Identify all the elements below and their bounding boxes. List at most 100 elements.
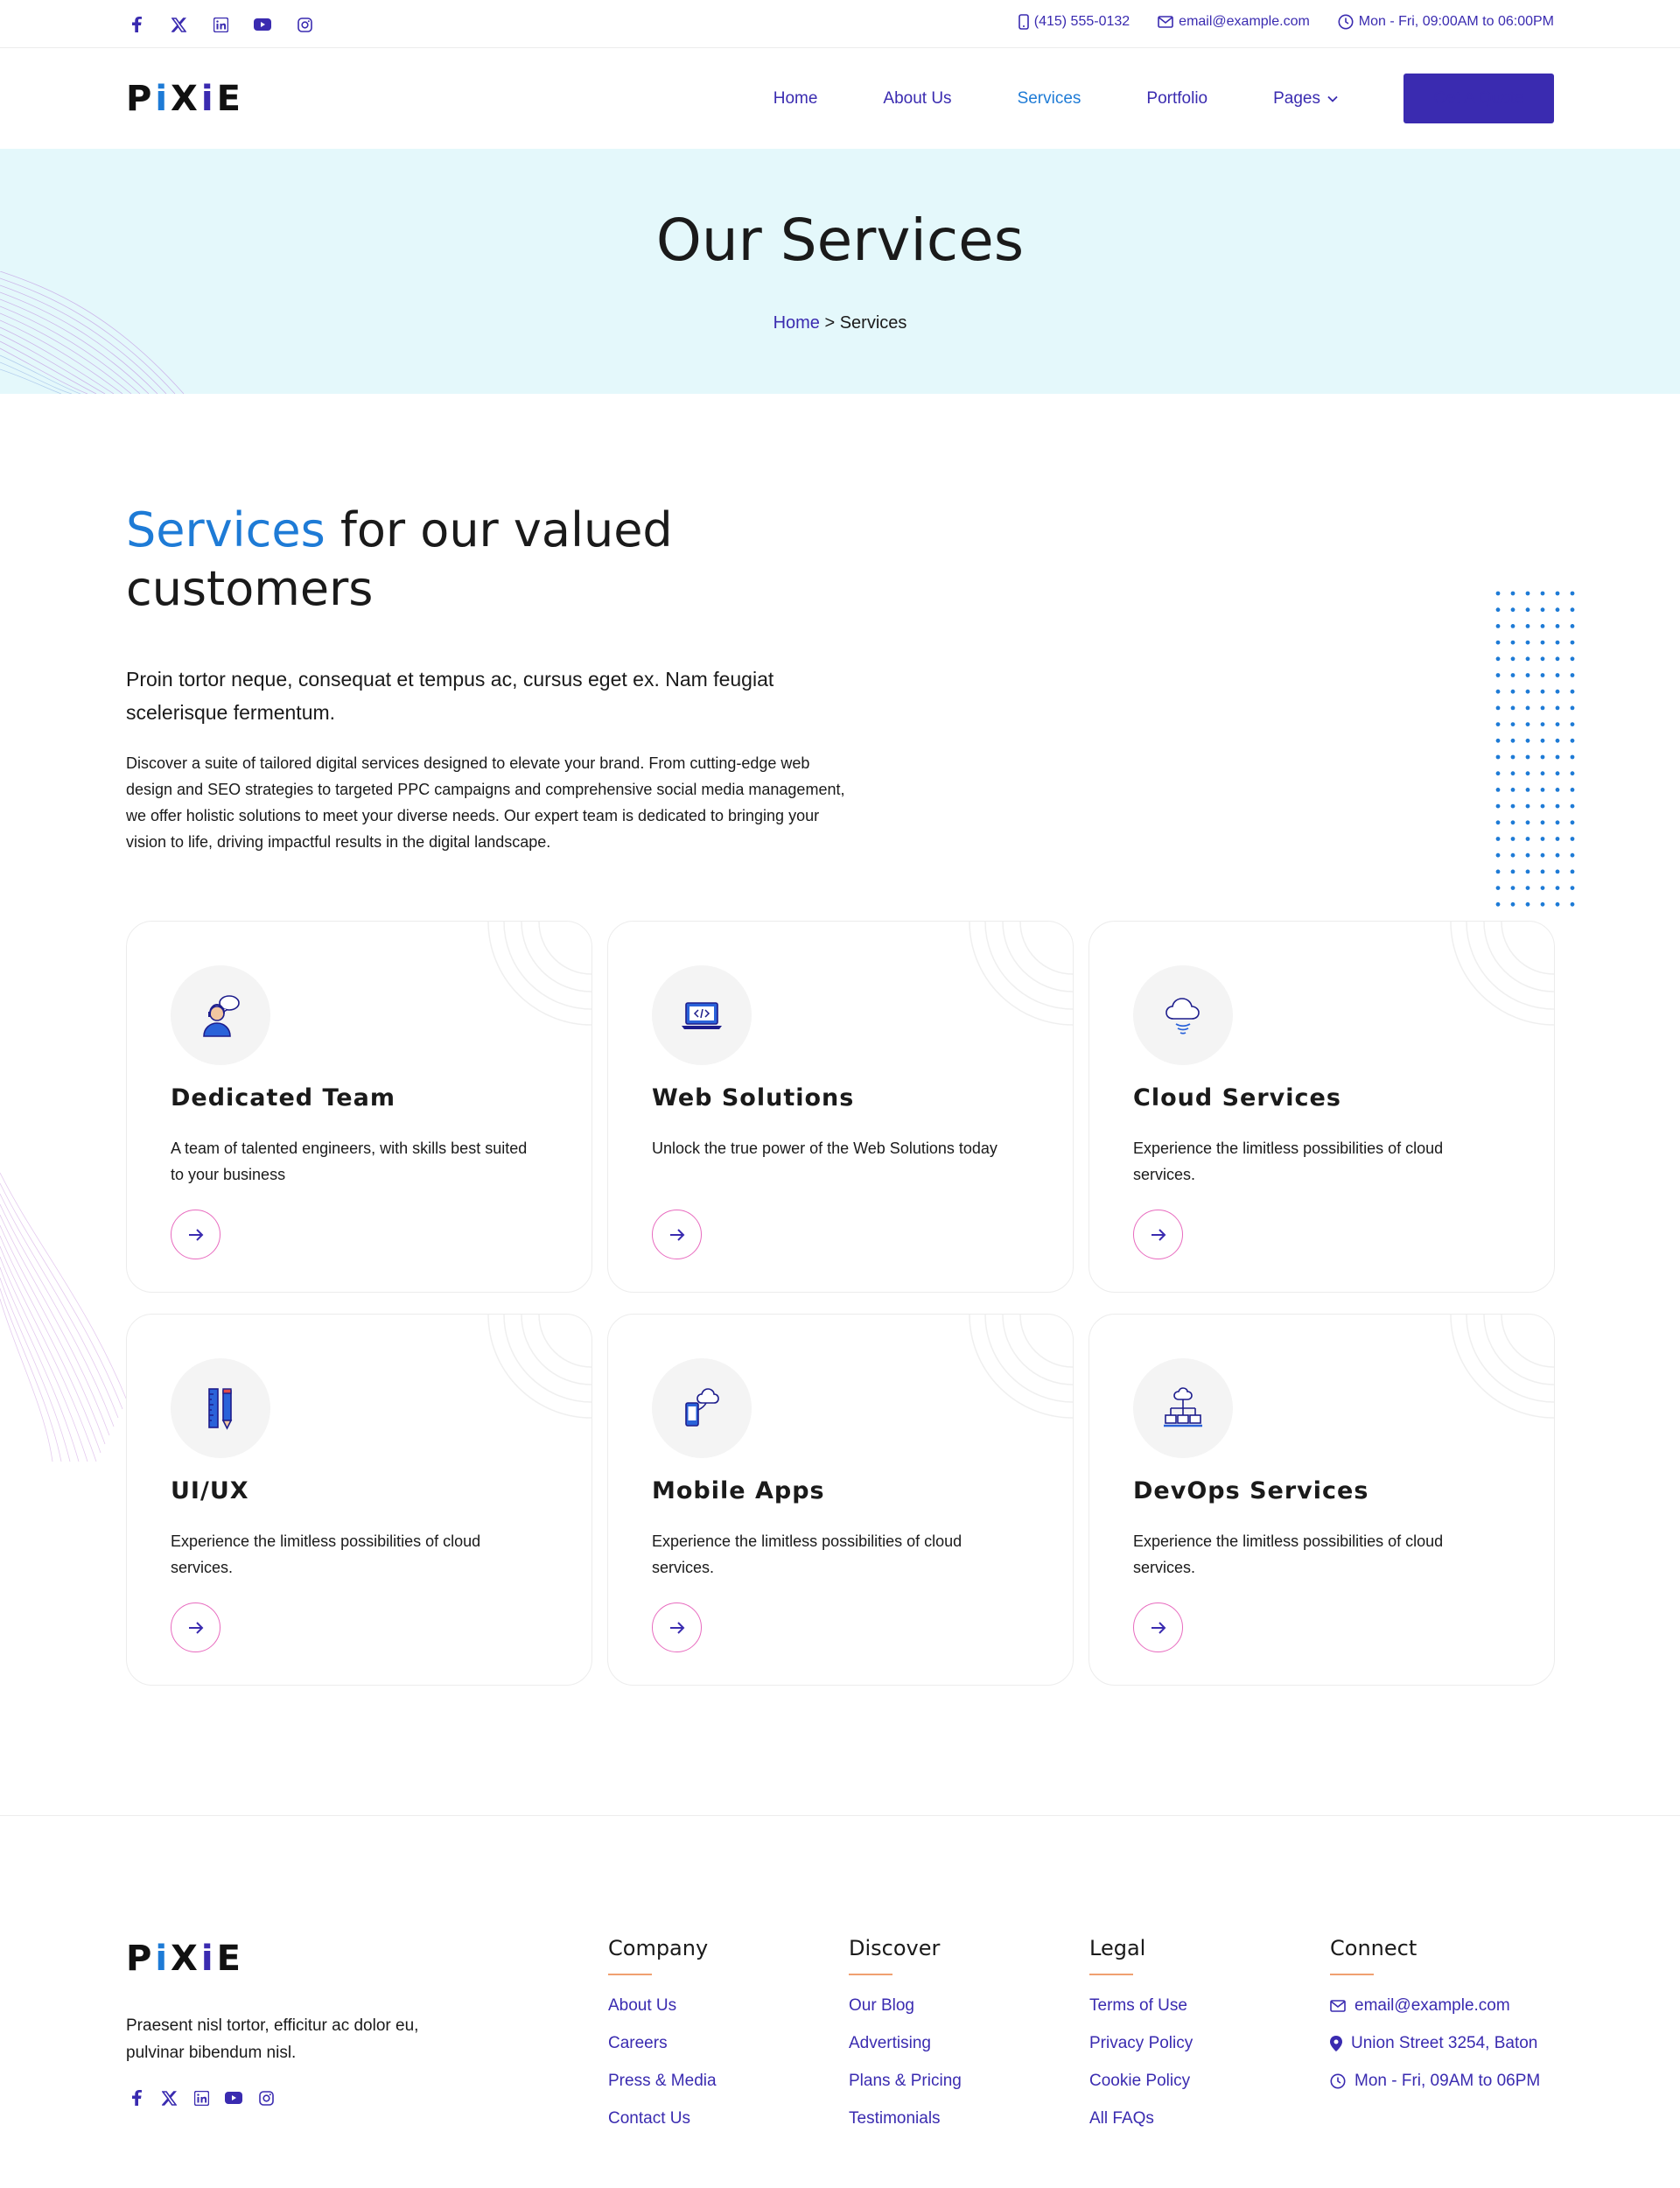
title-underline bbox=[1089, 1974, 1133, 1975]
dot bbox=[1555, 820, 1560, 825]
top-bar: (415) 555-0132 email@example.com Mon - F… bbox=[0, 0, 1680, 48]
footer-link[interactable]: Contact Us bbox=[608, 2107, 717, 2130]
footer-link[interactable]: Plans & Pricing bbox=[849, 2070, 962, 2093]
read-more-button[interactable] bbox=[652, 1210, 702, 1259]
service-title: Cloud Services bbox=[1133, 1084, 1341, 1112]
footer-link[interactable]: Privacy Policy bbox=[1089, 2032, 1193, 2055]
dot bbox=[1495, 722, 1501, 726]
dot bbox=[1525, 820, 1530, 825]
footer-link[interactable]: All FAQs bbox=[1089, 2107, 1193, 2130]
youtube-icon[interactable] bbox=[223, 2087, 244, 2108]
service-card: Dedicated Team A team of talented engine… bbox=[126, 921, 592, 1293]
footer-email-link[interactable]: email@example.com bbox=[1330, 1995, 1540, 2017]
dot bbox=[1555, 591, 1560, 596]
dot bbox=[1540, 869, 1545, 874]
dot bbox=[1540, 754, 1545, 760]
nav-portfolio[interactable]: Portfolio bbox=[1146, 89, 1208, 109]
dot bbox=[1570, 705, 1575, 711]
dot bbox=[1510, 705, 1516, 711]
dot bbox=[1495, 771, 1501, 776]
title-underline bbox=[1330, 1974, 1374, 1975]
topbar-phone[interactable]: (415) 555-0132 bbox=[1018, 14, 1130, 30]
footer-link[interactable]: Cookie Policy bbox=[1089, 2070, 1193, 2093]
linkedin-icon[interactable] bbox=[210, 14, 231, 35]
footer-link[interactable]: Testimonials bbox=[849, 2107, 962, 2130]
footer-link[interactable]: Careers bbox=[608, 2032, 717, 2055]
dot bbox=[1555, 607, 1560, 613]
dot bbox=[1540, 837, 1545, 841]
dot bbox=[1495, 738, 1501, 743]
dot bbox=[1510, 591, 1516, 596]
dot bbox=[1510, 803, 1516, 809]
facebook-icon[interactable] bbox=[126, 2087, 147, 2108]
service-description: A team of talented engineers, with skill… bbox=[171, 1140, 528, 1183]
main-nav: Home About Us Services Portfolio Pages G… bbox=[708, 74, 1554, 123]
dot bbox=[1525, 624, 1530, 628]
dot bbox=[1510, 656, 1516, 662]
youtube-icon[interactable] bbox=[252, 14, 273, 35]
footer-hours-link[interactable]: Mon - Fri, 09AM to 06PM bbox=[1330, 2070, 1540, 2093]
dot bbox=[1495, 607, 1501, 613]
dot bbox=[1555, 788, 1560, 792]
footer-link[interactable]: Advertising bbox=[849, 2032, 962, 2055]
read-more-button[interactable] bbox=[171, 1602, 220, 1652]
x-icon[interactable] bbox=[158, 2087, 179, 2108]
dot bbox=[1510, 837, 1516, 841]
nav-pages[interactable]: Pages bbox=[1273, 89, 1338, 109]
nav-pages-label: Pages bbox=[1273, 88, 1320, 108]
footer-link[interactable]: About Us bbox=[608, 1995, 717, 2017]
footer-link[interactable]: Press & Media bbox=[608, 2070, 717, 2093]
footer-column-discover: Discover Our Blog Advertising Plans & Pr… bbox=[849, 1936, 962, 2145]
arc-decoration bbox=[969, 1315, 1073, 1419]
envelope-icon bbox=[1158, 16, 1173, 28]
dot bbox=[1570, 640, 1575, 645]
logo-letter: E bbox=[216, 1939, 244, 1979]
logo-letter: X bbox=[171, 1939, 201, 1979]
icon-badge bbox=[1133, 965, 1233, 1065]
footer-logo[interactable]: PiXiE bbox=[126, 1939, 244, 1979]
logo-letter: i bbox=[155, 79, 172, 119]
dot bbox=[1555, 722, 1560, 726]
dot bbox=[1525, 771, 1530, 776]
dot bbox=[1525, 788, 1530, 792]
service-card: Mobile Apps Experience the limitless pos… bbox=[607, 1314, 1074, 1686]
page-title: Our Services bbox=[655, 207, 1025, 274]
instagram-icon[interactable] bbox=[256, 2087, 276, 2108]
arrow-right-icon bbox=[1151, 1228, 1166, 1241]
dot bbox=[1540, 591, 1545, 596]
x-icon[interactable] bbox=[168, 14, 189, 35]
breadcrumb-home[interactable]: Home bbox=[774, 313, 820, 333]
dot bbox=[1555, 689, 1560, 694]
nav-about-us[interactable]: About Us bbox=[883, 89, 951, 109]
instagram-icon[interactable] bbox=[294, 14, 315, 35]
read-more-button[interactable] bbox=[1133, 1602, 1183, 1652]
footer-link[interactable]: Our Blog bbox=[849, 1995, 962, 2017]
facebook-icon[interactable] bbox=[126, 14, 147, 35]
nav-services[interactable]: Services bbox=[1018, 89, 1082, 109]
dot bbox=[1495, 869, 1501, 874]
topbar-email[interactable]: email@example.com bbox=[1158, 14, 1310, 30]
dot bbox=[1525, 754, 1530, 760]
site-logo[interactable]: PiXiE bbox=[126, 79, 244, 119]
breadcrumb-current: Services bbox=[839, 313, 907, 333]
read-more-button[interactable] bbox=[171, 1210, 220, 1259]
dot bbox=[1495, 803, 1501, 809]
read-more-button[interactable] bbox=[1133, 1210, 1183, 1259]
dot bbox=[1540, 607, 1545, 613]
footer-link[interactable]: Terms of Use bbox=[1089, 1995, 1193, 2017]
read-more-button[interactable] bbox=[652, 1602, 702, 1652]
dot bbox=[1495, 624, 1501, 628]
service-description: Experience the limitless possibilities o… bbox=[1133, 1140, 1444, 1183]
nav-home[interactable]: Home bbox=[774, 89, 818, 109]
dot bbox=[1540, 852, 1545, 858]
dot bbox=[1570, 607, 1575, 613]
page-hero: Our Services Home > Services bbox=[0, 149, 1680, 394]
get-a-quote-button[interactable]: Get A Quote bbox=[1404, 74, 1554, 123]
dot bbox=[1495, 640, 1501, 645]
footer-address-link[interactable]: Union Street 3254, Baton bbox=[1330, 2032, 1540, 2055]
dot bbox=[1570, 624, 1575, 628]
dot bbox=[1510, 820, 1516, 825]
linkedin-icon[interactable] bbox=[191, 2087, 212, 2108]
dot bbox=[1555, 624, 1560, 628]
dot bbox=[1525, 722, 1530, 726]
